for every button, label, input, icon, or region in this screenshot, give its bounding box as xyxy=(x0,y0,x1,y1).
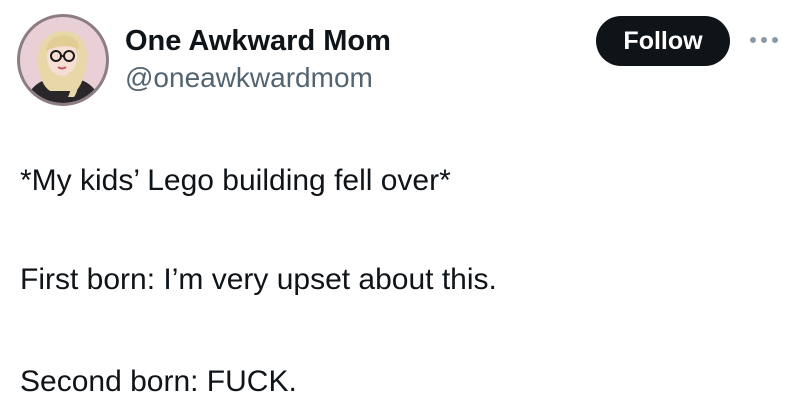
tweet-text-line: First born: I’m very upset about this. xyxy=(20,263,497,296)
more-horizontal-icon xyxy=(750,37,778,43)
profile-avatar[interactable] xyxy=(17,14,109,106)
follow-button[interactable]: Follow xyxy=(596,16,730,66)
tweet-header: One Awkward Mom @oneawkwardmom Follow xyxy=(0,0,800,120)
author-handle[interactable]: @oneawkwardmom xyxy=(125,61,373,95)
tweet-text-line: *My kids’ Lego building fell over* xyxy=(20,164,451,197)
more-button[interactable] xyxy=(746,30,782,50)
avatar-illustration xyxy=(25,30,101,103)
author-name[interactable]: One Awkward Mom xyxy=(125,24,391,58)
tweet-text-line: Second born: FUCK. xyxy=(20,365,297,398)
